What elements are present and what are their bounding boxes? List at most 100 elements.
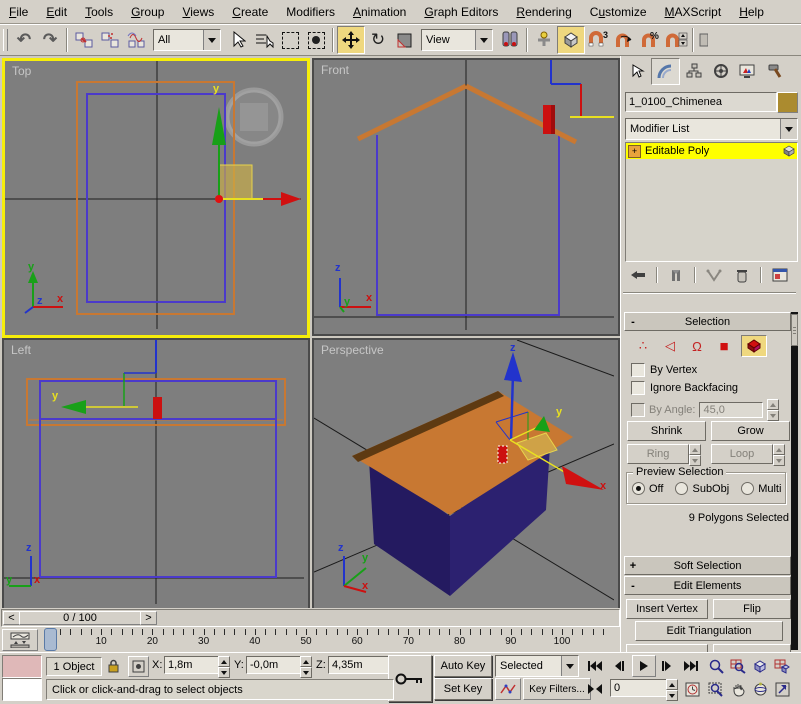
go-to-start-button[interactable] <box>584 657 606 675</box>
remove-modifier-button[interactable] <box>729 265 755 285</box>
menu-item-graph-editors[interactable]: Graph Editors <box>415 2 507 22</box>
play-button[interactable] <box>632 655 656 677</box>
auto-key-button[interactable]: Auto Key <box>434 655 492 677</box>
pan-button[interactable] <box>728 679 748 699</box>
menu-item-tools[interactable]: Tools <box>76 2 122 22</box>
window-crossing-button[interactable] <box>303 27 329 53</box>
menu-item-help[interactable]: Help <box>730 2 773 22</box>
percent-snap-button[interactable]: % <box>637 27 663 53</box>
panel-scrollbar[interactable] <box>791 312 798 650</box>
next-frame-button[interactable] <box>658 657 676 675</box>
tab-motion[interactable] <box>707 58 734 83</box>
select-rotate-button[interactable]: ↻ <box>365 27 391 53</box>
make-unique-button[interactable] <box>701 265 727 285</box>
element-mode-button[interactable] <box>741 335 767 357</box>
viewport-label[interactable]: Top <box>12 64 31 78</box>
selection-filter-dropdown[interactable]: All <box>153 29 221 51</box>
tab-hierarchy[interactable] <box>680 58 707 83</box>
insert-vertex-button[interactable]: Insert Vertex <box>626 599 708 619</box>
show-end-result-button[interactable] <box>663 265 689 285</box>
modifier-stack[interactable]: + Editable Poly <box>625 142 798 262</box>
frame-spinner[interactable] <box>666 679 678 701</box>
go-to-end-button[interactable] <box>680 657 702 675</box>
menu-item-customize[interactable]: Customize <box>581 2 656 22</box>
loop-button[interactable]: Loop <box>711 444 773 464</box>
zoom-button[interactable] <box>706 656 726 676</box>
rectangular-selection-region-button[interactable] <box>277 27 303 53</box>
select-scale-button[interactable] <box>391 27 417 53</box>
ring-button[interactable]: Ring <box>627 444 689 464</box>
maxscript-listener-field[interactable] <box>2 678 42 701</box>
ring-spinner[interactable] <box>689 444 701 466</box>
spinner-snap-button[interactable] <box>663 27 689 53</box>
zoom-region-button[interactable] <box>706 679 726 699</box>
time-slider-next-button[interactable]: > <box>140 611 157 625</box>
time-slider-prev-button[interactable]: < <box>3 611 20 625</box>
select-move-button[interactable] <box>337 26 365 54</box>
mini-curve-editor-button[interactable] <box>2 629 38 651</box>
menu-item-modifiers[interactable]: Modifiers <box>277 2 344 22</box>
tab-create[interactable] <box>624 58 651 83</box>
snaps-toggle-button[interactable] <box>557 26 585 54</box>
dropdown-arrow-icon[interactable] <box>475 30 492 50</box>
link-button[interactable] <box>71 27 97 53</box>
time-slider-track[interactable]: < 0 / 100 > <box>1 609 620 627</box>
edge-mode-button[interactable]: ◁ <box>660 337 680 355</box>
by-vertex-checkbox[interactable] <box>631 363 645 377</box>
tab-display[interactable] <box>734 58 761 83</box>
dropdown-arrow-icon[interactable] <box>561 656 578 676</box>
ignore-backfacing-checkbox[interactable] <box>631 381 645 395</box>
track-bar-ruler[interactable]: 0102030405060708090100 <box>38 628 618 651</box>
x-spinner[interactable] <box>218 656 230 678</box>
arc-rotate-button[interactable] <box>750 679 770 699</box>
absolute-offset-toggle[interactable] <box>128 656 149 677</box>
expand-icon[interactable]: + <box>625 560 641 572</box>
snap-3d-button[interactable]: 3 <box>585 27 611 53</box>
menu-item-create[interactable]: Create <box>223 2 277 22</box>
tab-utilities[interactable] <box>761 58 788 83</box>
modifier-list-dropdown[interactable]: Modifier List <box>625 118 798 140</box>
clipped-button[interactable] <box>713 644 791 652</box>
unlink-button[interactable] <box>97 27 123 53</box>
menu-item-edit[interactable]: Edit <box>37 2 76 22</box>
undo-button[interactable]: ↶ <box>11 27 37 53</box>
edit-elements-rollout-header[interactable]: - Edit Elements <box>624 576 791 595</box>
time-slider-handle[interactable]: 0 / 100 <box>19 611 141 625</box>
menu-item-maxscript[interactable]: MAXScript <box>656 2 731 22</box>
macro-recorder-swatch[interactable] <box>2 655 42 678</box>
configure-modifier-sets-button[interactable] <box>767 265 793 285</box>
zoom-extents-button[interactable] <box>750 656 770 676</box>
viewport-label[interactable]: Perspective <box>321 343 384 357</box>
toolbar-grip[interactable] <box>3 29 8 51</box>
toolbar-partial-button[interactable] <box>697 27 709 53</box>
dropdown-arrow-icon[interactable] <box>203 30 220 50</box>
object-name-field[interactable]: 1_0100_Chimenea <box>625 92 777 112</box>
polygon-mode-button[interactable]: ■ <box>714 337 734 355</box>
viewport-top[interactable]: Top y y z x <box>2 58 310 338</box>
zoom-extents-all-button[interactable] <box>772 656 792 676</box>
set-key-button[interactable]: Set Key <box>434 678 492 700</box>
key-mode-toggle-button[interactable] <box>584 680 606 698</box>
preview-off-radio[interactable] <box>632 482 645 495</box>
viewport-label[interactable]: Left <box>11 343 31 357</box>
min-max-toggle-button[interactable] <box>772 679 792 699</box>
selection-lock-button[interactable] <box>104 656 123 675</box>
edit-triangulation-button[interactable]: Edit Triangulation <box>635 621 783 641</box>
preview-multi-radio[interactable] <box>741 482 754 495</box>
use-pivot-center-button[interactable] <box>497 27 523 53</box>
collapse-icon[interactable]: - <box>625 580 641 592</box>
angle-snap-button[interactable] <box>611 27 637 53</box>
flip-button[interactable]: Flip <box>713 599 791 619</box>
current-frame-field[interactable]: 0 <box>610 679 672 697</box>
time-configuration-button[interactable] <box>682 679 702 699</box>
key-filter-dropdown[interactable]: Selected <box>495 655 579 677</box>
preview-subobj-radio[interactable] <box>675 482 688 495</box>
previous-frame-button[interactable] <box>610 657 628 675</box>
border-mode-button[interactable]: Ω <box>687 337 707 355</box>
bind-spacewarp-button[interactable] <box>123 27 149 53</box>
by-angle-checkbox[interactable] <box>631 403 645 417</box>
pin-stack-button[interactable] <box>625 265 651 285</box>
shrink-button[interactable]: Shrink <box>627 421 706 441</box>
x-transform-field[interactable]: 1,8m <box>164 656 224 674</box>
set-keys-button[interactable] <box>388 655 432 702</box>
